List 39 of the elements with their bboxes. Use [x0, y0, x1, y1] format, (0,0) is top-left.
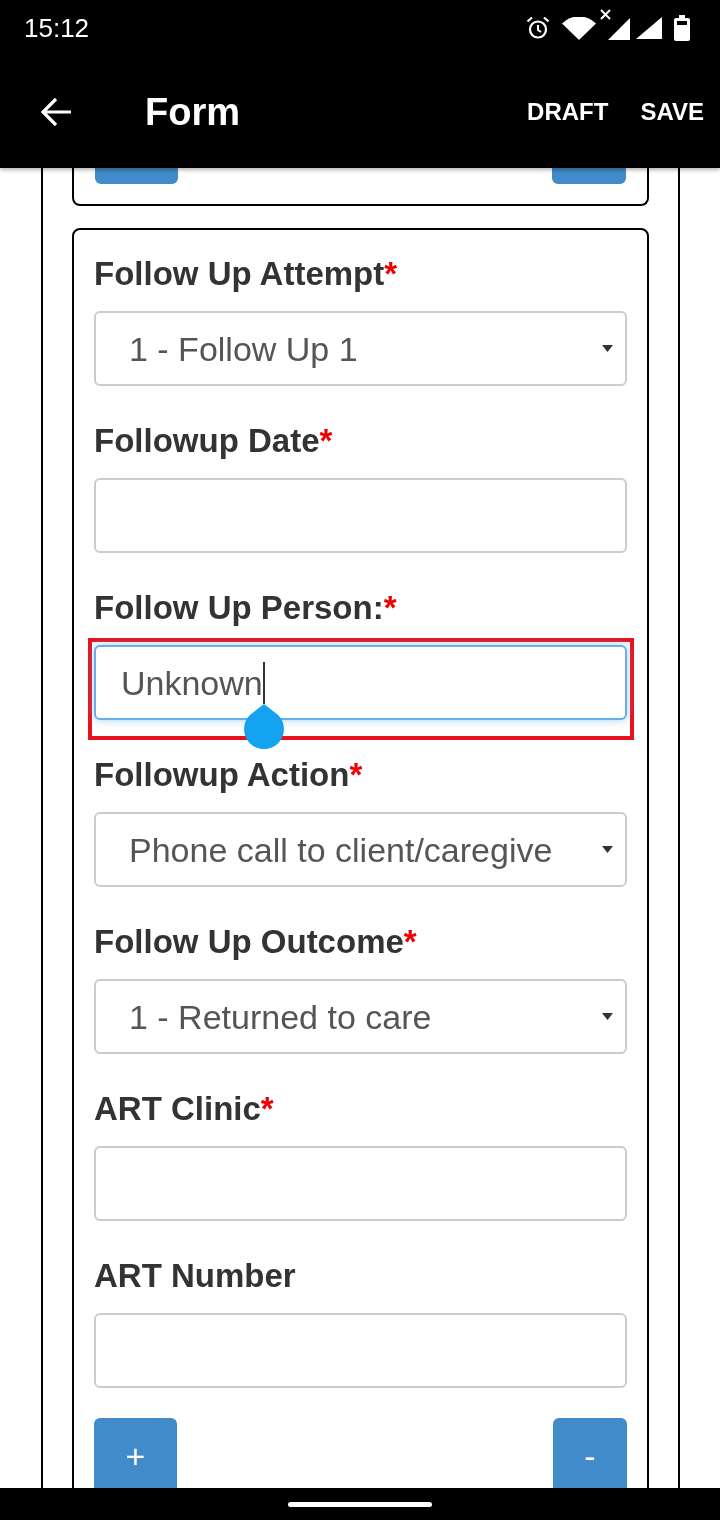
action-button[interactable]: SAVE	[640, 100, 704, 124]
required-asterisk: *	[383, 590, 397, 624]
select-field[interactable]: 1 - Returned to care	[94, 979, 627, 1054]
signal-icon	[636, 17, 662, 39]
cursor-handle-icon[interactable]	[243, 703, 284, 749]
dropdown-caret-icon	[602, 846, 613, 853]
dropdown-caret-icon	[602, 345, 613, 352]
field-label: ART Number	[94, 1258, 296, 1292]
battery-icon	[674, 15, 690, 41]
input-field[interactable]	[94, 1146, 627, 1221]
remove-button[interactable]: -	[553, 1418, 627, 1488]
required-asterisk: *	[384, 256, 398, 290]
select-field[interactable]: Phone call to client/caregive	[94, 812, 627, 887]
field-label: Followup Date	[94, 423, 320, 457]
alarm-clock-icon	[526, 16, 550, 40]
action-button[interactable]: DRAFT	[527, 100, 609, 124]
required-asterisk: *	[403, 924, 417, 958]
signal-icon	[600, 8, 630, 40]
status-time: 15:12	[24, 15, 90, 41]
input-field[interactable]	[94, 1313, 627, 1388]
required-asterisk: *	[349, 757, 363, 791]
field-label: Follow Up Person:	[94, 590, 384, 624]
input-field[interactable]	[94, 478, 627, 553]
select-field[interactable]: 1 - Follow Up 1	[94, 311, 627, 386]
add-button[interactable]: +	[94, 1418, 177, 1488]
text-cursor	[262, 661, 265, 704]
back-icon[interactable]	[40, 97, 72, 127]
input-field[interactable]: Unknown	[94, 645, 627, 720]
wifi-icon	[562, 16, 596, 40]
field-label: ART Clinic	[94, 1091, 261, 1125]
field-label: Followup Action	[94, 757, 350, 791]
cut-off-button[interactable]	[95, 168, 178, 184]
field-label: Follow Up Attempt	[94, 256, 385, 290]
field-label: Follow Up Outcome	[94, 924, 404, 958]
dropdown-caret-icon	[602, 1013, 613, 1020]
app-title: Form	[145, 93, 240, 131]
required-asterisk: *	[319, 423, 333, 457]
required-asterisk: *	[260, 1091, 274, 1125]
cut-off-button[interactable]	[552, 168, 626, 184]
